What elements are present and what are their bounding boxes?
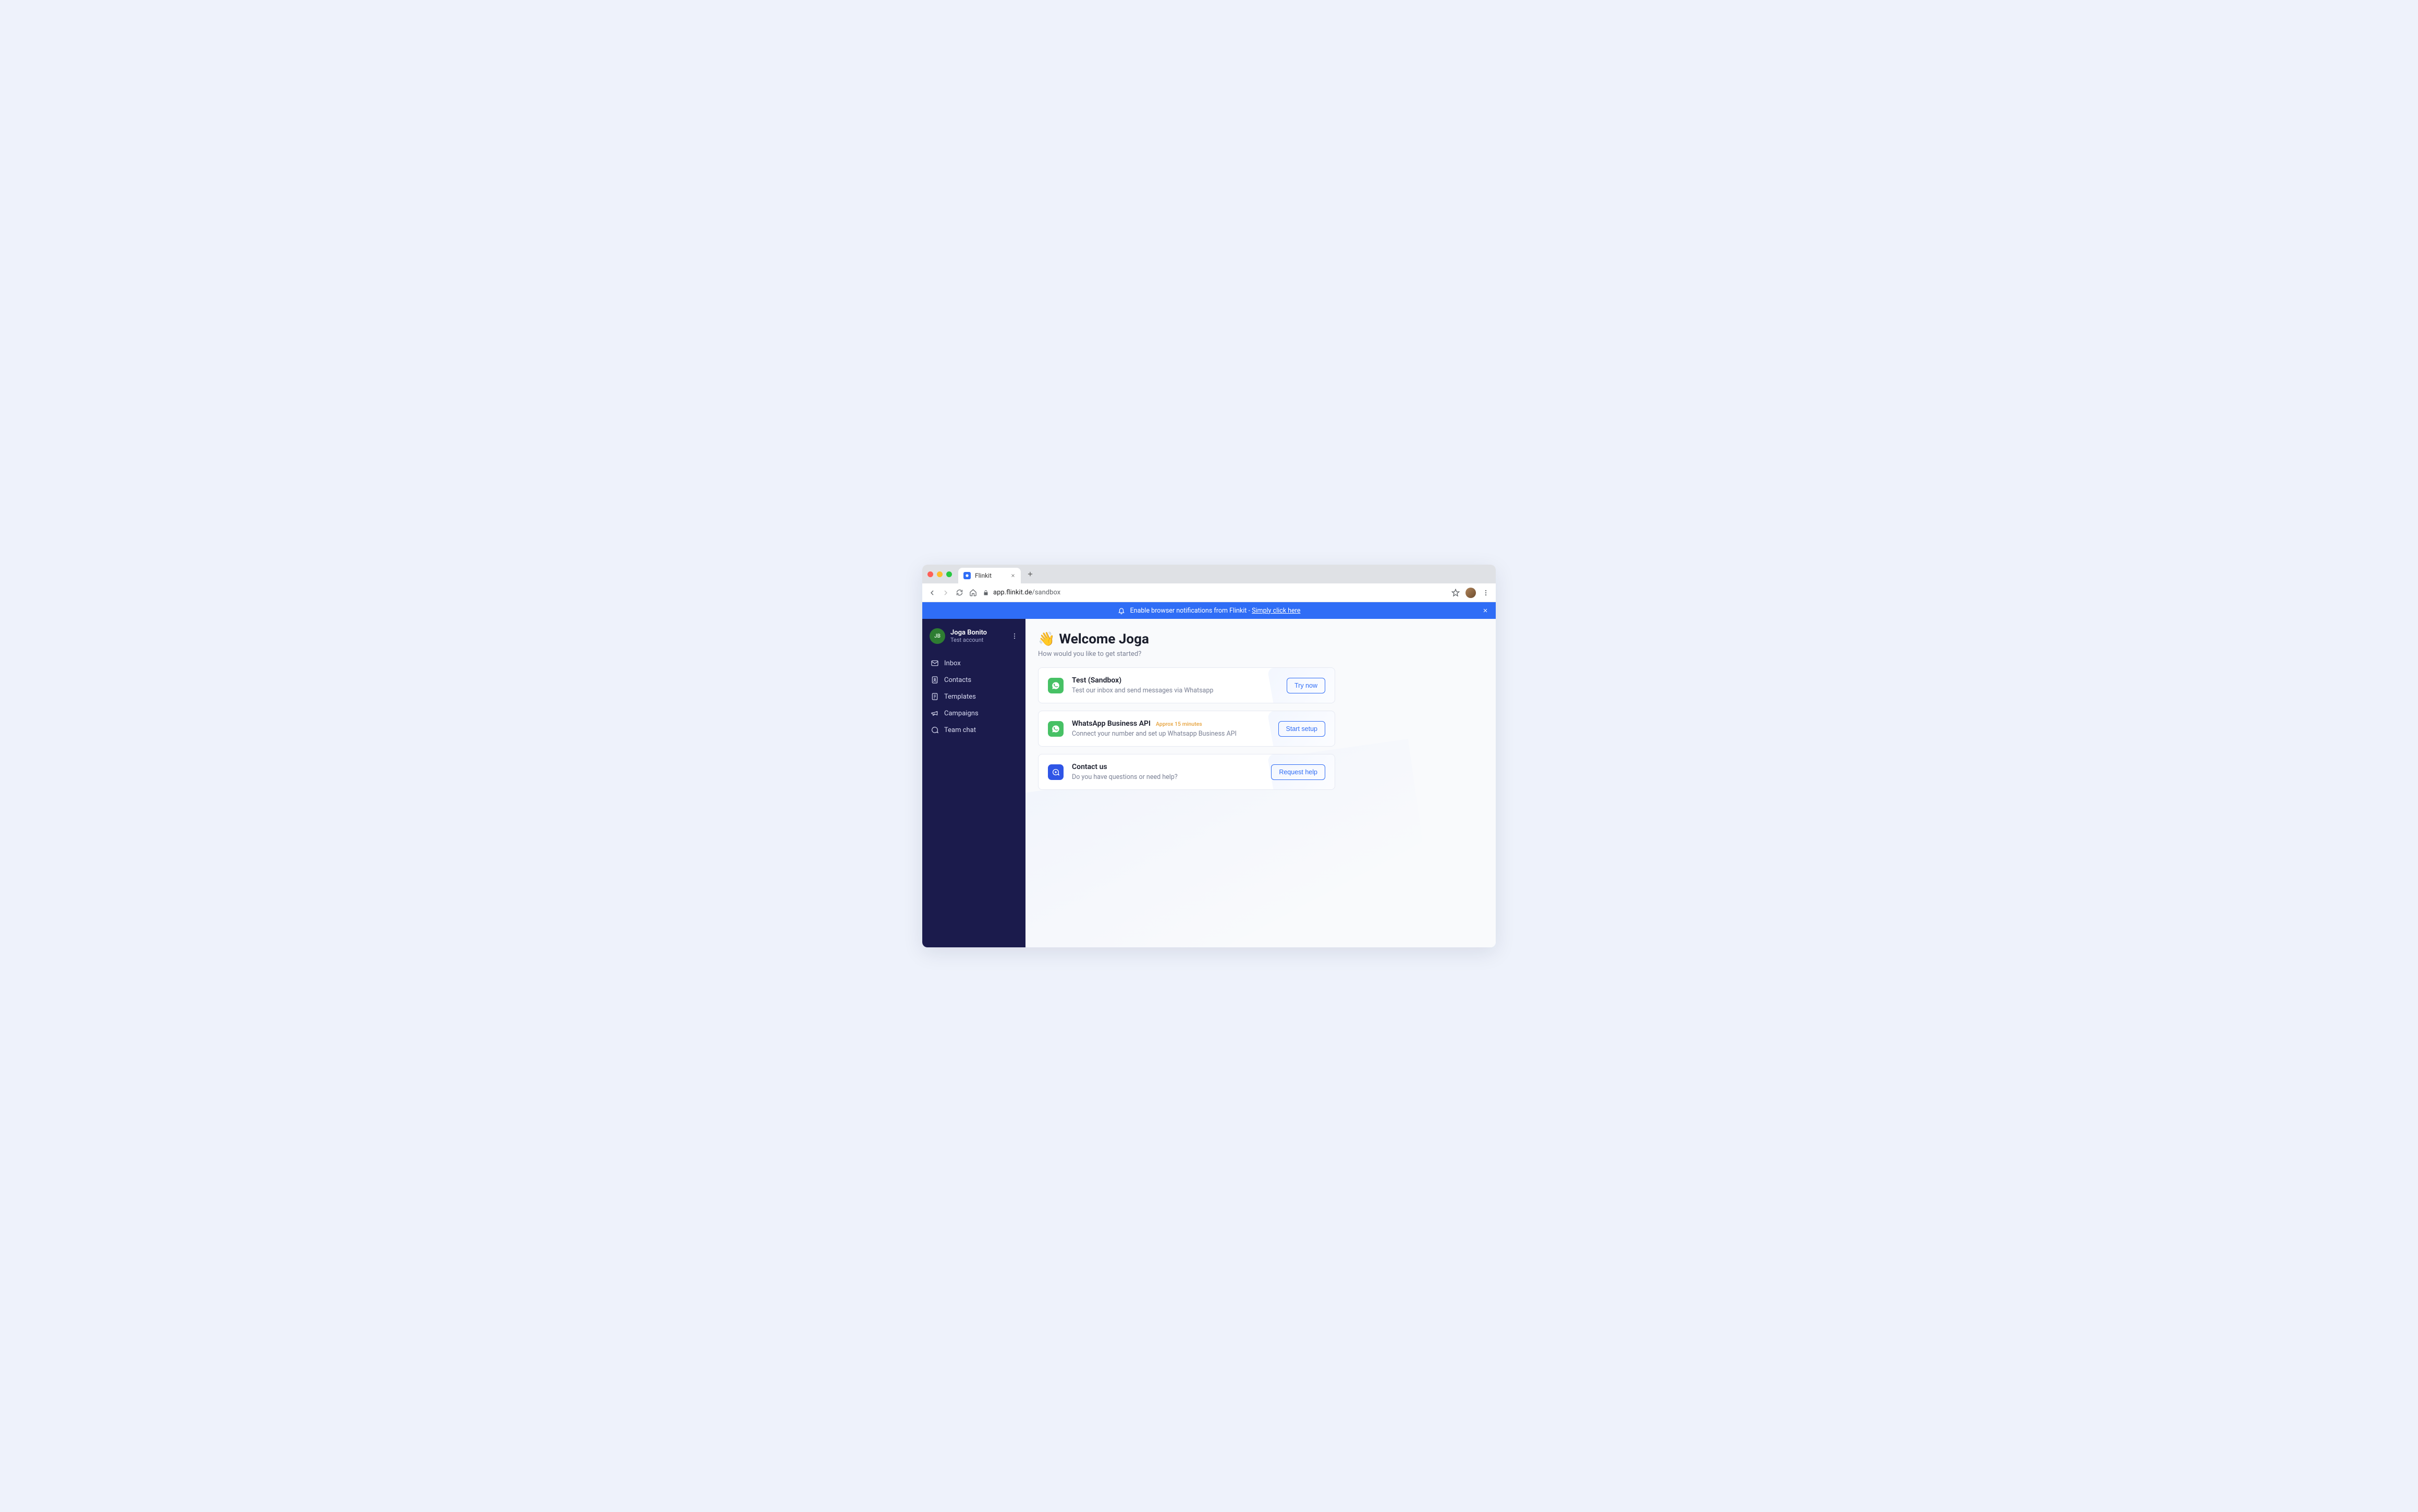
nav-back-icon[interactable] — [927, 588, 937, 598]
start-setup-button[interactable]: Start setup — [1278, 721, 1325, 737]
sidebar: JB Joga Bonito Test account Inbox — [922, 619, 1025, 947]
card-subtitle: Connect your number and set up Whatsapp … — [1072, 730, 1270, 738]
lock-icon — [983, 590, 989, 596]
card-title: Test (Sandbox) — [1072, 676, 1121, 685]
sidebar-item-label: Templates — [944, 693, 976, 701]
sidebar-more-icon[interactable] — [1011, 632, 1018, 640]
page-title-text: Welcome Joga — [1059, 631, 1149, 647]
team-chat-icon — [931, 726, 939, 734]
tab-close-icon[interactable] — [1010, 573, 1016, 578]
contacts-icon — [931, 676, 939, 684]
browser-toolbar: app.flinkit.de/sandbox — [922, 583, 1496, 602]
user-name: Joga Bonito — [950, 629, 987, 637]
tab-favicon — [963, 572, 971, 579]
profile-avatar[interactable] — [1466, 588, 1476, 598]
card-sandbox: Test (Sandbox) Test our inbox and send m… — [1038, 667, 1335, 703]
browser-window: Flinkit — [922, 565, 1496, 947]
card-title: WhatsApp Business API — [1072, 720, 1151, 728]
sidebar-item-templates[interactable]: Templates — [925, 689, 1022, 704]
nav-home-icon[interactable] — [968, 588, 978, 598]
sidebar-item-team-chat[interactable]: Team chat — [925, 722, 1022, 738]
nav-forward-icon[interactable] — [941, 588, 950, 598]
browser-menu-icon[interactable] — [1481, 588, 1491, 598]
inbox-icon — [931, 659, 939, 667]
nav-reload-icon[interactable] — [955, 588, 964, 598]
url-path: /sandbox — [1032, 589, 1060, 596]
sidebar-item-label: Contacts — [944, 676, 971, 684]
banner-link[interactable]: Simply click here — [1252, 607, 1300, 615]
card-title: Contact us — [1072, 763, 1107, 771]
onboarding-cards: Test (Sandbox) Test our inbox and send m… — [1038, 667, 1335, 790]
whatsapp-icon — [1048, 721, 1064, 737]
main-content: 👋 Welcome Joga How would you like to get… — [1025, 619, 1496, 947]
wave-emoji: 👋 — [1038, 631, 1055, 647]
card-subtitle: Do you have questions or need help? — [1072, 773, 1263, 781]
whatsapp-icon — [1048, 678, 1064, 693]
bookmark-star-icon[interactable] — [1451, 588, 1460, 598]
new-tab-button[interactable] — [1023, 567, 1037, 581]
page-subtitle: How would you like to get started? — [1038, 650, 1483, 658]
sidebar-item-contacts[interactable]: Contacts — [925, 672, 1022, 688]
campaigns-icon — [931, 709, 939, 717]
sidebar-item-label: Campaigns — [944, 710, 979, 717]
window-maximize-dot[interactable] — [946, 571, 952, 577]
card-contact: Contact us Do you have questions or need… — [1038, 754, 1335, 790]
app-shell: JB Joga Bonito Test account Inbox — [922, 619, 1496, 947]
card-subtitle: Test our inbox and send messages via Wha… — [1072, 687, 1278, 694]
window-controls — [927, 571, 952, 577]
window-minimize-dot[interactable] — [937, 571, 943, 577]
sidebar-item-label: Team chat — [944, 726, 976, 734]
notification-banner: Enable browser notifications from Flinki… — [922, 602, 1496, 619]
banner-close-icon[interactable] — [1482, 607, 1488, 614]
browser-tab[interactable]: Flinkit — [958, 568, 1021, 583]
sidebar-item-inbox[interactable]: Inbox — [925, 655, 1022, 671]
templates-icon — [931, 692, 939, 701]
url-host: app.flinkit.de — [993, 589, 1032, 596]
tab-title: Flinkit — [975, 572, 992, 579]
try-now-button[interactable]: Try now — [1287, 678, 1325, 693]
welcome-header: 👋 Welcome Joga How would you like to get… — [1038, 631, 1483, 658]
bell-icon — [1118, 607, 1125, 614]
user-avatar[interactable]: JB — [930, 628, 945, 644]
banner-text: Enable browser notifications from Flinki… — [1130, 607, 1252, 615]
chat-plus-icon — [1048, 764, 1064, 780]
sidebar-item-campaigns[interactable]: Campaigns — [925, 705, 1022, 721]
browser-tab-strip: Flinkit — [922, 565, 1496, 583]
card-waba: WhatsApp Business API Approx 15 minutes … — [1038, 711, 1335, 747]
address-bar[interactable]: app.flinkit.de/sandbox — [983, 589, 1060, 596]
page-title: 👋 Welcome Joga — [1038, 631, 1483, 647]
sidebar-nav: Inbox Contacts Templates — [922, 653, 1025, 740]
duration-badge: Approx 15 minutes — [1156, 721, 1202, 727]
sidebar-header: JB Joga Bonito Test account — [922, 628, 1025, 653]
user-role: Test account — [950, 637, 987, 643]
window-close-dot[interactable] — [927, 571, 933, 577]
request-help-button[interactable]: Request help — [1271, 764, 1325, 780]
sidebar-item-label: Inbox — [944, 660, 961, 667]
